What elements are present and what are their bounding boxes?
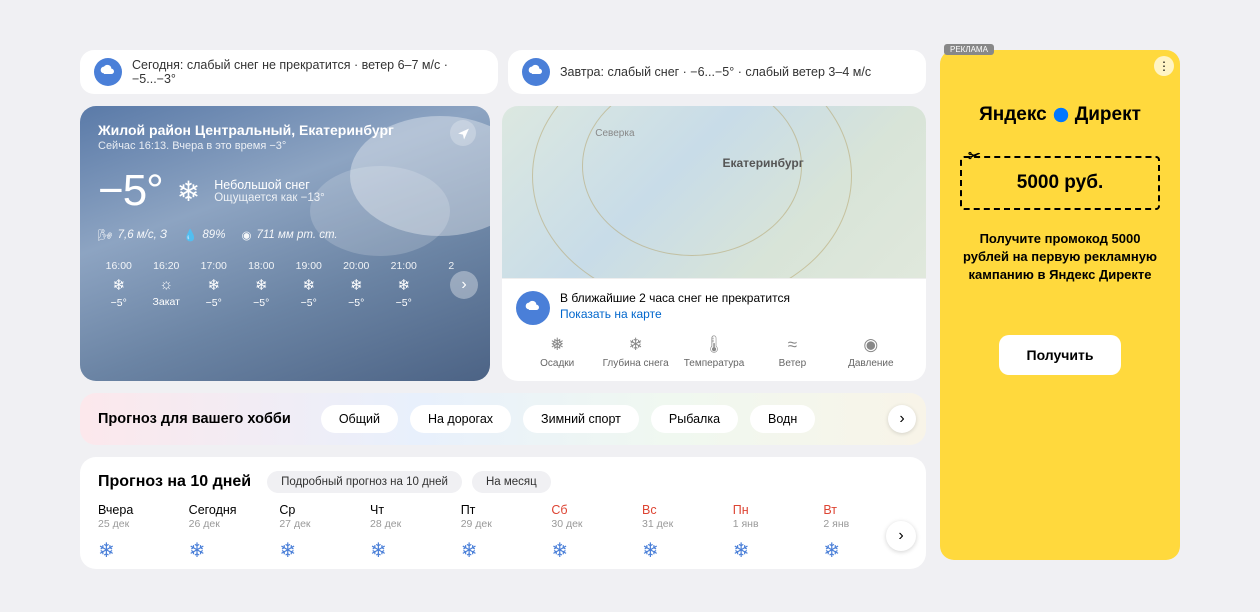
hour-icon: ❄: [241, 276, 283, 294]
ad-cta-button[interactable]: Получить: [999, 335, 1122, 375]
map-card: Северка Екатеринбург В ближайшие 2 часа …: [502, 106, 926, 381]
hour-slot[interactable]: 20:00❄−5°: [336, 260, 378, 309]
layer-icon: ◉: [836, 335, 906, 355]
forecast-title: Прогноз на 10 дней: [98, 473, 251, 491]
hobby-forecast-bar: Прогноз для вашего хобби Общий На дорогах…: [80, 393, 926, 445]
hobby-title: Прогноз для вашего хобби: [98, 411, 291, 427]
direct-logo-icon: [1051, 105, 1071, 125]
forecast-day[interactable]: Чт28 дек❄: [370, 503, 455, 563]
summary-strip: Сегодня: слабый снег не прекратится · ве…: [80, 50, 926, 94]
condition-icon: ❄: [177, 175, 200, 208]
days-scroll-next-button[interactable]: ›: [886, 521, 916, 551]
feels-like: Ощущается как −13°: [214, 192, 324, 204]
forecast-day[interactable]: Вчера25 дек❄: [98, 503, 183, 563]
layer-icon: ≈: [757, 335, 827, 355]
hour-slot[interactable]: 17:00❄−5°: [193, 260, 235, 309]
ad-coupon: ✂ 5000 руб.: [960, 156, 1160, 210]
layer-icon: ❅: [522, 335, 592, 355]
snow-icon: ❄: [189, 538, 274, 563]
tomorrow-summary-card[interactable]: Завтра: слабый снег · −6...−5° · слабый …: [508, 50, 926, 94]
scissors-icon: ✂: [968, 147, 981, 165]
today-summary-text: Сегодня: слабый снег не прекратится · ве…: [132, 58, 484, 86]
forecast-day[interactable]: Пн1 янв❄: [733, 503, 818, 563]
tomorrow-summary-text: Завтра: слабый снег · −6...−5° · слабый …: [560, 65, 871, 79]
snow-icon: ❄: [370, 538, 455, 563]
map-city-label: Екатеринбург: [722, 156, 803, 170]
snow-icon: [522, 58, 550, 86]
hour-icon: ❄: [98, 276, 140, 294]
cloud-icon: [516, 291, 550, 325]
hour-icon: ❄: [288, 276, 330, 294]
hour-slot[interactable]: 16:00❄−5°: [98, 260, 140, 309]
hour-slot[interactable]: 21:00❄−5°: [383, 260, 425, 309]
hobby-tab[interactable]: Общий: [321, 405, 398, 433]
hour-icon: ❄: [193, 276, 235, 294]
hobby-tab[interactable]: Рыбалка: [651, 405, 738, 433]
humidity-metric: 💧 89%: [183, 228, 225, 242]
forecast-day[interactable]: Пт29 дек❄: [461, 503, 546, 563]
hobby-tab[interactable]: Водн: [750, 405, 815, 433]
current-temperature: −5°: [98, 166, 163, 216]
ad-menu-button[interactable]: ⋮: [1154, 56, 1174, 76]
map-town-label: Северка: [595, 128, 634, 139]
map-layer-tab[interactable]: ◉Давление: [836, 335, 906, 369]
nowcast-text: В ближайшие 2 часа снег не прекратится: [560, 291, 790, 305]
map-layers: ❅Осадки❄Глубина снега 🌡Температура≈Ветер ◉…: [516, 335, 912, 369]
forecast-day[interactable]: Ср27 дек❄: [279, 503, 364, 563]
ad-brand: Яндекс Директ: [956, 104, 1164, 126]
ad-banner[interactable]: РЕКЛАМА ⋮ Яндекс Директ ✂ 5000 руб. Полу…: [940, 50, 1180, 560]
condition-text: Небольшой снег: [214, 178, 324, 192]
hobby-tab[interactable]: Зимний спорт: [523, 405, 639, 433]
layer-icon: ❄: [600, 335, 670, 355]
current-weather-card: Жилой район Центральный, Екатеринбург Се…: [80, 106, 490, 381]
ten-day-forecast-card: Прогноз на 10 дней Подробный прогноз на …: [80, 457, 926, 569]
today-summary-card[interactable]: Сегодня: слабый снег не прекратится · ве…: [80, 50, 498, 94]
hour-icon: ❄: [336, 276, 378, 294]
hour-slot[interactable]: 16:20☼Закат: [146, 260, 188, 308]
weather-map[interactable]: Северка Екатеринбург: [502, 106, 926, 278]
map-layer-tab[interactable]: ❄Глубина снега: [600, 335, 670, 369]
snow-icon: ❄: [279, 538, 364, 563]
hobby-tab[interactable]: На дорогах: [410, 405, 511, 433]
snow-icon: ❄: [461, 538, 546, 563]
hour-icon: ☼: [146, 276, 188, 293]
hobby-scroll-next-button[interactable]: ›: [888, 405, 916, 433]
hour-slot[interactable]: 18:00❄−5°: [241, 260, 283, 309]
hourly-forecast[interactable]: 16:00❄−5°16:20☼Закат17:00❄−5°18:00❄−5°19…: [98, 260, 472, 309]
locate-button[interactable]: [450, 120, 476, 146]
snow-icon: ❄: [733, 538, 818, 563]
hour-icon: ❄: [383, 276, 425, 294]
snow-icon: ❄: [642, 538, 727, 563]
map-layer-tab[interactable]: 🌡Температура: [679, 335, 749, 369]
snow-icon: [94, 58, 122, 86]
ad-text: Получите промокод 5000 рублей на первую …: [956, 230, 1164, 285]
snow-icon: ❄: [551, 538, 636, 563]
snow-icon: ❄: [98, 538, 183, 563]
wind-metric: 🌬 7,6 м/с, З: [98, 228, 167, 242]
ad-label: РЕКЛАМА: [944, 44, 994, 55]
layer-icon: 🌡: [679, 335, 749, 355]
forecast-day[interactable]: Сб30 дек❄: [551, 503, 636, 563]
forecast-chip[interactable]: Подробный прогноз на 10 дней: [267, 471, 462, 493]
map-layer-tab[interactable]: ❅Осадки: [522, 335, 592, 369]
forecast-day[interactable]: Вс31 дек❄: [642, 503, 727, 563]
hour-slot[interactable]: 19:00❄−5°: [288, 260, 330, 309]
forecast-chip[interactable]: На месяц: [472, 471, 551, 493]
hourly-next-button[interactable]: ›: [450, 271, 478, 299]
show-on-map-link[interactable]: Показать на карте: [560, 307, 662, 321]
location-subline: Сейчас 16:13. Вчера в это время −3°: [98, 140, 472, 152]
map-layer-tab[interactable]: ≈Ветер: [757, 335, 827, 369]
pressure-metric: ◉ 711 мм рт. ст.: [241, 228, 337, 242]
forecast-day[interactable]: Сегодня26 дек❄: [189, 503, 274, 563]
